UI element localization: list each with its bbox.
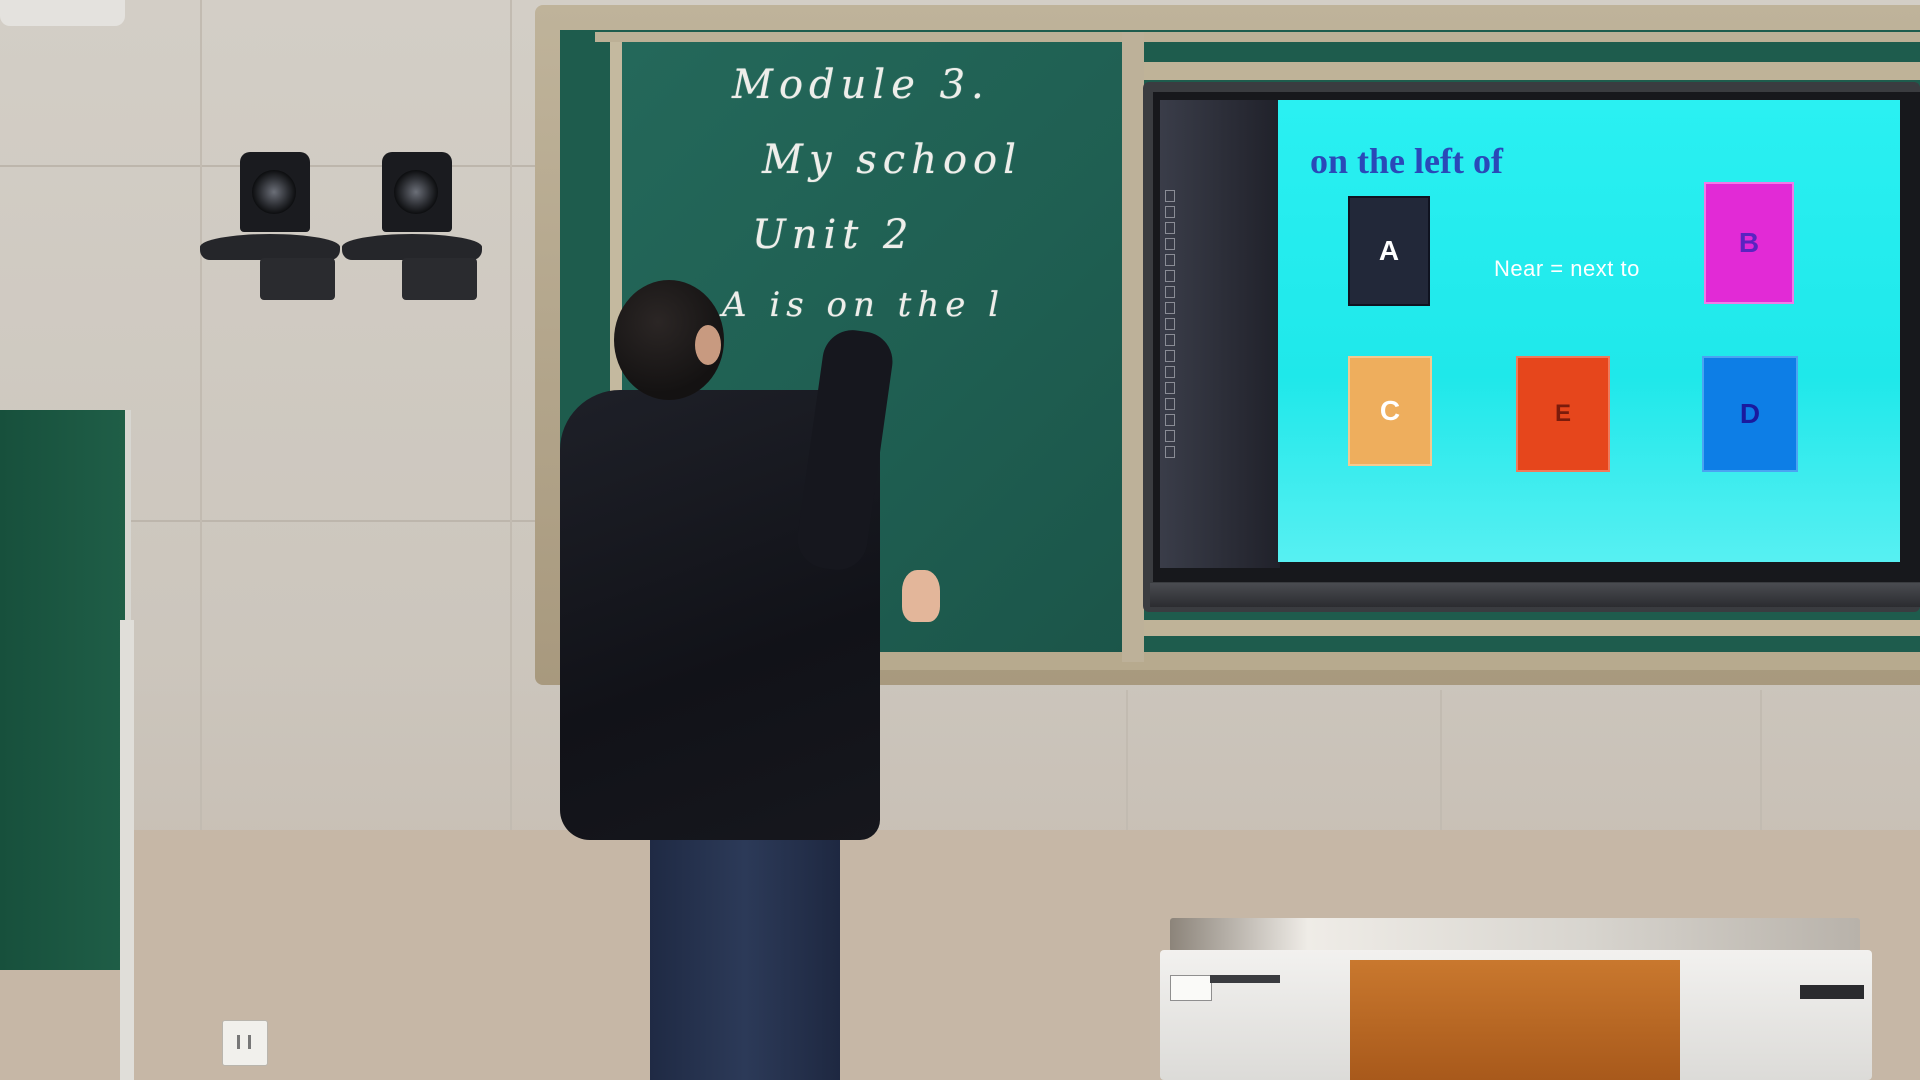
teacher <box>550 270 950 1080</box>
desk-clutter <box>1170 918 1860 952</box>
tool-icon[interactable] <box>1165 414 1175 426</box>
left-easel-board <box>0 410 131 970</box>
tool-icon[interactable] <box>1165 302 1175 314</box>
card-b: B <box>1704 182 1794 304</box>
wall-outlet <box>222 1020 268 1066</box>
ceiling-vent <box>0 0 125 26</box>
slide-phrase: Near = next to <box>1494 256 1640 281</box>
tool-icon[interactable] <box>1165 206 1175 218</box>
card-c: C <box>1348 356 1432 466</box>
tool-icon[interactable] <box>1165 366 1175 378</box>
tool-icon[interactable] <box>1165 398 1175 410</box>
card-d: D <box>1702 356 1798 472</box>
camera-base <box>200 234 340 260</box>
camera-lens <box>394 170 438 214</box>
display-rail-bottom <box>1144 620 1920 636</box>
tool-icon[interactable] <box>1165 334 1175 346</box>
camera-mount <box>402 258 477 300</box>
desk-sticker <box>1170 975 1212 1001</box>
chalk-line-title: My school <box>762 137 1022 183</box>
tool-icon[interactable] <box>1165 190 1175 202</box>
tool-icon[interactable] <box>1165 222 1175 234</box>
lectern-front-panel <box>1350 960 1680 1080</box>
desk-sticker <box>1800 985 1864 999</box>
tool-icon[interactable] <box>1165 238 1175 250</box>
camera-right <box>342 152 482 302</box>
display-rail-top <box>1144 62 1920 80</box>
camera-left <box>200 152 340 302</box>
chalk-line-module: Module 3. <box>732 62 990 108</box>
tool-icon[interactable] <box>1165 446 1175 458</box>
tool-icon[interactable] <box>1165 350 1175 362</box>
tool-icon[interactable] <box>1165 286 1175 298</box>
board-rail-top <box>595 32 1920 42</box>
tool-icon[interactable] <box>1165 254 1175 266</box>
teacher-arm <box>793 326 897 574</box>
desk-sticker <box>1210 975 1280 983</box>
camera-base <box>342 234 482 260</box>
camera-mount <box>260 258 335 300</box>
presentation-slide: on the left of A B Near = next to C E D <box>1278 100 1900 562</box>
teacher-ear <box>695 325 721 365</box>
card-e: E <box>1516 356 1610 472</box>
display-footer <box>1150 583 1920 607</box>
easel-stand <box>120 620 134 1080</box>
chalk-line-unit: Unit 2 <box>752 212 915 258</box>
board-divider <box>1122 32 1144 662</box>
slide-title: on the left of <box>1310 141 1503 181</box>
display-toolbar[interactable] <box>1165 190 1177 470</box>
tool-icon[interactable] <box>1165 382 1175 394</box>
display-side-panel <box>1160 100 1280 568</box>
teacher-hand <box>902 570 940 622</box>
camera-lens <box>252 170 296 214</box>
tool-icon[interactable] <box>1165 430 1175 442</box>
card-a: A <box>1348 196 1430 306</box>
tool-icon[interactable] <box>1165 318 1175 330</box>
tool-icon[interactable] <box>1165 270 1175 282</box>
